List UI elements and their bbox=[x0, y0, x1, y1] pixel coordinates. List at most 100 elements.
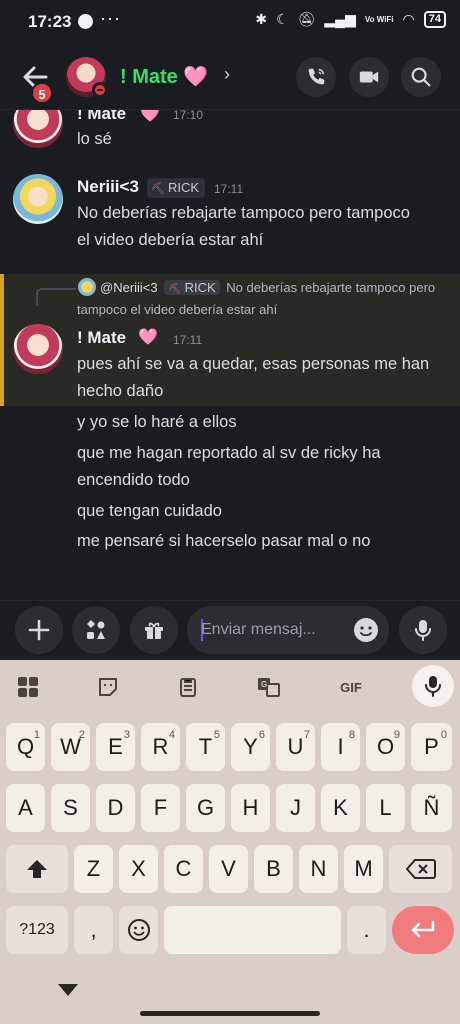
key-a[interactable]: A bbox=[6, 784, 45, 832]
message-list[interactable]: ! Mate 🩷 17:10 lo sé Neriii<3 ⛏ RICK 17:1… bbox=[0, 110, 460, 600]
heart-emoji: 🩷 bbox=[138, 329, 158, 346]
gesture-home-bar[interactable] bbox=[140, 1011, 320, 1016]
key-k[interactable]: K bbox=[321, 784, 360, 832]
message-timestamp: 17:10 bbox=[173, 110, 204, 122]
key-enye[interactable]: Ñ bbox=[411, 784, 452, 832]
key-w[interactable]: W2 bbox=[51, 723, 90, 771]
key-c[interactable]: C bbox=[164, 845, 203, 893]
wifi-icon: ◠ bbox=[402, 11, 415, 27]
video-call-button[interactable] bbox=[349, 57, 389, 97]
space-key[interactable] bbox=[164, 906, 341, 954]
chevron-right-icon[interactable]: › bbox=[224, 64, 230, 85]
apps-icon bbox=[87, 620, 105, 639]
microphone-icon bbox=[425, 676, 441, 697]
emoji-icon[interactable] bbox=[353, 617, 379, 648]
sticker-icon[interactable] bbox=[90, 670, 126, 704]
key-t[interactable]: T5 bbox=[186, 723, 225, 771]
status-bar: 17:23 ··· ✱ ☾ 🔕︎ ▂▄▆ Vo WiFi ◠ 74 bbox=[0, 0, 460, 44]
role-tag: ⛏ RICK bbox=[147, 178, 206, 198]
message-timestamp: 17:11 bbox=[173, 333, 203, 347]
voice-message-button[interactable] bbox=[399, 606, 447, 654]
message-author[interactable]: ! Mate bbox=[77, 328, 126, 348]
muted-bell-icon: 🔕︎ bbox=[297, 11, 316, 27]
backspace-icon bbox=[405, 859, 436, 879]
message-text: pues ahí se va a quedar, esas personas m… bbox=[77, 355, 430, 400]
video-camera-icon bbox=[359, 71, 379, 83]
key-i[interactable]: I8 bbox=[321, 723, 360, 771]
key-q[interactable]: Q1 bbox=[6, 723, 45, 771]
key-x[interactable]: X bbox=[119, 845, 158, 893]
key-e[interactable]: E3 bbox=[96, 723, 135, 771]
message-timestamp: 17:11 bbox=[214, 182, 244, 196]
channel-title[interactable]: ! Mate 🩷 bbox=[120, 64, 208, 89]
key-h[interactable]: H bbox=[231, 784, 270, 832]
message-text: me pensaré si hacerselo pasar mal o no bbox=[77, 532, 371, 550]
translate-icon[interactable]: G bbox=[251, 670, 287, 704]
key-z[interactable]: Z bbox=[74, 845, 113, 893]
message-input-wrapper[interactable] bbox=[187, 606, 389, 654]
key-d[interactable]: D bbox=[96, 784, 135, 832]
apps-button[interactable] bbox=[72, 606, 120, 654]
key-g[interactable]: G bbox=[186, 784, 225, 832]
period-key[interactable]: . bbox=[347, 906, 386, 954]
key-f[interactable]: F bbox=[141, 784, 180, 832]
vowifi-label: Vo WiFi bbox=[364, 14, 394, 24]
gift-button[interactable] bbox=[130, 606, 178, 654]
key-u[interactable]: U7 bbox=[276, 723, 315, 771]
emoji-key[interactable] bbox=[119, 906, 158, 954]
do-not-disturb-icon: ☾ bbox=[276, 11, 289, 27]
avatar[interactable] bbox=[13, 174, 63, 224]
key-m[interactable]: M bbox=[344, 845, 383, 893]
message-composer bbox=[0, 600, 460, 660]
comma-key[interactable]: , bbox=[74, 906, 113, 954]
message-author[interactable]: Neriii<3 bbox=[77, 177, 139, 197]
reply-preview[interactable]: @Neriii<3 ⛏ RICK No deberías rebajarte t… bbox=[77, 278, 447, 320]
backspace-key[interactable] bbox=[389, 845, 452, 893]
plus-icon bbox=[28, 619, 50, 641]
reply-author: @Neriii<3 bbox=[100, 280, 158, 295]
key-o[interactable]: O9 bbox=[366, 723, 405, 771]
key-l[interactable]: L bbox=[366, 784, 405, 832]
shift-key[interactable] bbox=[6, 845, 68, 893]
apps-grid-icon[interactable] bbox=[10, 670, 46, 704]
shift-icon bbox=[27, 860, 47, 878]
clock: 17:23 bbox=[28, 12, 72, 31]
key-r[interactable]: R4 bbox=[141, 723, 180, 771]
message-text: y yo se lo haré a ellos bbox=[77, 413, 237, 431]
key-b[interactable]: B bbox=[254, 845, 293, 893]
key-j[interactable]: J bbox=[276, 784, 315, 832]
avatar[interactable] bbox=[13, 110, 63, 148]
pickaxe-icon: ⛏ bbox=[168, 284, 181, 295]
avatar[interactable] bbox=[13, 324, 63, 374]
message-author[interactable]: ! Mate bbox=[77, 110, 126, 124]
attach-button[interactable] bbox=[15, 606, 63, 654]
message-text: que me hagan reportado al sv de ricky ha… bbox=[77, 444, 381, 489]
key-y[interactable]: Y6 bbox=[231, 723, 270, 771]
microphone-icon bbox=[415, 620, 431, 641]
key-n[interactable]: N bbox=[299, 845, 338, 893]
message-input[interactable] bbox=[201, 618, 341, 642]
gif-button[interactable]: GIF bbox=[333, 670, 369, 704]
bluetooth-icon: ✱ bbox=[255, 11, 268, 27]
keyboard: G GIF Q1 W2 E3 R4 T5 Y6 U7 I8 O9 P0 A S … bbox=[0, 660, 460, 1024]
search-button[interactable] bbox=[401, 57, 441, 97]
signal-icon: ▂▄▆ bbox=[324, 11, 356, 27]
key-v[interactable]: V bbox=[209, 845, 248, 893]
enter-key[interactable] bbox=[392, 906, 454, 954]
enter-icon bbox=[411, 920, 435, 938]
heart-emoji: 🩷 bbox=[183, 66, 209, 88]
key-s[interactable]: S bbox=[51, 784, 90, 832]
hide-keyboard-icon[interactable] bbox=[58, 984, 78, 996]
dnd-status-icon bbox=[92, 82, 108, 98]
channel-header: 5 ! Mate 🩷 › bbox=[0, 44, 460, 110]
keyboard-voice-button[interactable] bbox=[412, 665, 454, 707]
message-text: que tengan cuidado bbox=[77, 502, 222, 520]
key-p[interactable]: P0 bbox=[411, 723, 452, 771]
clipboard-icon[interactable] bbox=[170, 670, 206, 704]
battery-indicator: 74 bbox=[423, 11, 446, 28]
symbols-key[interactable]: ?123 bbox=[6, 906, 68, 954]
call-button[interactable] bbox=[296, 57, 336, 97]
reply-role-tag: ⛏ RICK bbox=[164, 280, 220, 295]
heart-emoji: 🩷 bbox=[140, 110, 160, 123]
unread-badge: 5 bbox=[31, 82, 53, 104]
